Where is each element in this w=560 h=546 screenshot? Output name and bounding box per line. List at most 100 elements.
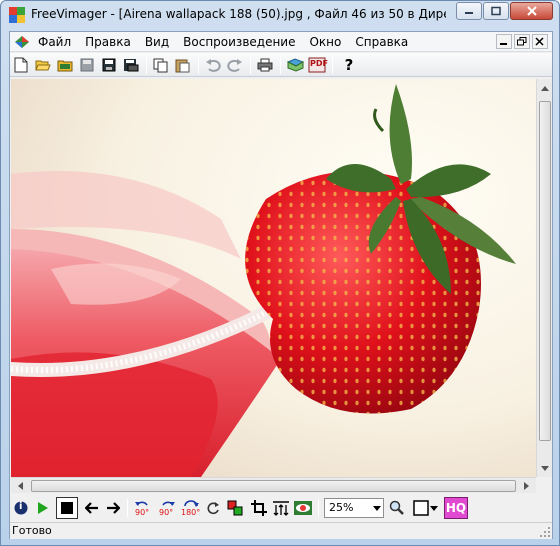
crop-icon xyxy=(251,500,267,516)
save-pdf-button[interactable]: PDF xyxy=(308,56,328,74)
close-button[interactable] xyxy=(510,2,553,20)
new-file-icon xyxy=(14,57,28,73)
menu-view[interactable]: Вид xyxy=(145,35,169,49)
copy-button[interactable] xyxy=(152,56,170,74)
mdi-restore-button[interactable] xyxy=(514,34,530,49)
image-viewport[interactable] xyxy=(11,79,536,477)
scroll-up-arrow[interactable] xyxy=(538,81,552,95)
strawberry-drink-image xyxy=(11,79,536,477)
menu-window[interactable]: Окно xyxy=(309,35,341,49)
scroll-down-arrow[interactable] xyxy=(538,461,552,475)
playback-toolbar: i 90° 90° 180° 25% HQ xyxy=(10,494,552,522)
hq-button[interactable]: HQ xyxy=(444,497,468,519)
minimize-button[interactable] xyxy=(456,2,482,20)
redo-button[interactable] xyxy=(226,56,244,74)
title-bar[interactable]: FreeVimager - [Airena wallapack 188 (50)… xyxy=(1,1,559,29)
freevimager-app-icon xyxy=(9,7,25,23)
info-button[interactable]: i xyxy=(12,499,30,517)
background-color-button[interactable] xyxy=(412,499,430,517)
folder-icon xyxy=(57,60,73,72)
color-adjust-button[interactable] xyxy=(226,499,244,517)
menu-playback[interactable]: Воспроизведение xyxy=(183,35,295,49)
email-button[interactable] xyxy=(286,56,304,74)
close-icon xyxy=(526,6,537,16)
paste-button[interactable] xyxy=(174,56,192,74)
chevron-up-icon xyxy=(541,85,549,91)
zoom-select[interactable]: 25% xyxy=(324,498,384,518)
document-icon[interactable] xyxy=(14,35,30,49)
previous-button[interactable] xyxy=(83,499,101,517)
zoom-button[interactable] xyxy=(388,499,406,517)
info-label: i xyxy=(19,501,23,512)
rotate-ccw-label: 90° xyxy=(135,508,150,517)
toolbar-separator xyxy=(127,499,128,517)
window-title: FreeVimager - [Airena wallapack 188 (50)… xyxy=(31,7,446,21)
undo-icon xyxy=(206,59,221,72)
hq-label: HQ xyxy=(445,501,467,515)
toolbar-separator xyxy=(332,56,333,74)
refresh-button[interactable] xyxy=(204,499,222,517)
color-squares-icon xyxy=(227,500,243,516)
help-icon: ? xyxy=(344,56,354,74)
status-text: Готово xyxy=(12,524,52,537)
toolbar-separator xyxy=(198,56,199,74)
menu-help[interactable]: Справка xyxy=(355,35,408,49)
red-eye-button[interactable] xyxy=(294,499,312,517)
chevron-right-icon xyxy=(523,482,529,490)
save-button[interactable] xyxy=(78,56,96,74)
scroll-left-arrow[interactable] xyxy=(13,479,27,493)
mdi-minimize-button[interactable] xyxy=(496,34,512,49)
toolbar-separator xyxy=(280,56,281,74)
horizontal-scrollbar[interactable] xyxy=(11,477,536,493)
mdi-close-button[interactable] xyxy=(532,34,548,49)
rotate-180-label: 180° xyxy=(181,508,201,517)
vertical-scrollbar[interactable] xyxy=(536,79,552,477)
square-outline-icon xyxy=(413,500,429,516)
save-as-button[interactable] xyxy=(100,56,118,74)
chevron-down-icon xyxy=(373,506,381,511)
maximize-icon xyxy=(491,6,501,16)
scroll-right-arrow[interactable] xyxy=(519,479,533,493)
crop-button[interactable] xyxy=(250,499,268,517)
rotate-180-button[interactable]: 180° xyxy=(180,498,202,520)
horizontal-scroll-thumb[interactable] xyxy=(31,480,516,492)
save-copy-button[interactable] xyxy=(122,56,140,74)
background-color-dropdown[interactable] xyxy=(429,499,439,517)
help-button[interactable]: ? xyxy=(340,56,358,74)
vertical-scroll-thumb[interactable] xyxy=(539,101,551,441)
rotate-cw-label: 90° xyxy=(159,508,174,517)
play-icon xyxy=(38,502,48,514)
print-button[interactable] xyxy=(256,56,274,74)
play-button[interactable] xyxy=(34,499,52,517)
red-eye-icon xyxy=(294,501,312,515)
chevron-down-icon xyxy=(541,465,549,471)
status-bar: Готово xyxy=(10,522,552,539)
app-window: FreeVimager - [Airena wallapack 188 (50)… xyxy=(0,0,560,546)
main-toolbar: PDF ? xyxy=(10,53,552,77)
stop-icon xyxy=(61,502,73,514)
toolbar-separator xyxy=(318,499,319,517)
resize-button[interactable] xyxy=(272,499,290,517)
rotate-ccw-button[interactable]: 90° xyxy=(132,498,154,520)
restore-icon xyxy=(517,37,527,46)
next-button[interactable] xyxy=(104,499,122,517)
close-icon xyxy=(535,37,544,46)
menu-edit[interactable]: Правка xyxy=(85,35,131,49)
chevron-left-icon xyxy=(17,482,23,490)
refresh-icon xyxy=(207,502,219,515)
new-file-button[interactable] xyxy=(12,56,30,74)
open-folder-button[interactable] xyxy=(34,56,52,74)
open-recent-button[interactable] xyxy=(56,56,74,74)
redo-icon xyxy=(227,59,242,72)
menu-file[interactable]: Файл xyxy=(38,35,71,49)
rotate-cw-button[interactable]: 90° xyxy=(156,498,178,520)
stop-button[interactable] xyxy=(56,497,78,519)
resize-grip-icon[interactable] xyxy=(539,526,551,538)
maximize-button[interactable] xyxy=(483,2,509,20)
menu-bar: Файл Правка Вид Воспроизведение Окно Спр… xyxy=(10,32,552,52)
arrow-right-icon xyxy=(107,502,120,514)
open-folder-icon xyxy=(35,60,51,71)
undo-button[interactable] xyxy=(204,56,222,74)
floppy-stack-icon xyxy=(124,59,139,72)
pdf-label: PDF xyxy=(310,59,328,68)
